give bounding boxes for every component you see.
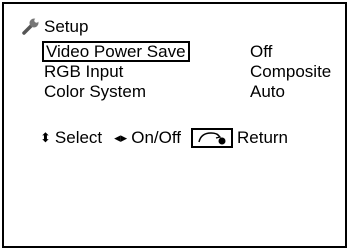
menu-value-color-system: Auto [250,82,285,101]
on-off-hint: On/Off [131,128,181,147]
menu-title: Setup [44,17,89,36]
menu-value-rgb-input: Composite [250,62,332,81]
return-hint: Return [236,128,289,147]
menu-header: Setup [20,16,88,38]
menu-item-rgb-input[interactable]: RGB Input [44,62,123,82]
up-down-arrow-icon: ⬍ [40,130,51,145]
menu-item-video-power-save[interactable]: Video Power Save [42,41,190,62]
wrench-icon [22,18,39,35]
osd-menu-screen: Setup Video Power Save Off RGB Input Com… [2,2,347,248]
left-right-arrow-icon: ◂▸ [114,130,128,145]
menu-item-color-system[interactable]: Color System [44,82,146,102]
return-button-icon [190,128,233,148]
help-bar: ⬍ Select ◂▸ On/Off Return [40,126,288,150]
select-hint: Select [54,128,103,147]
menu-value-video-power-save: Off [250,42,273,61]
